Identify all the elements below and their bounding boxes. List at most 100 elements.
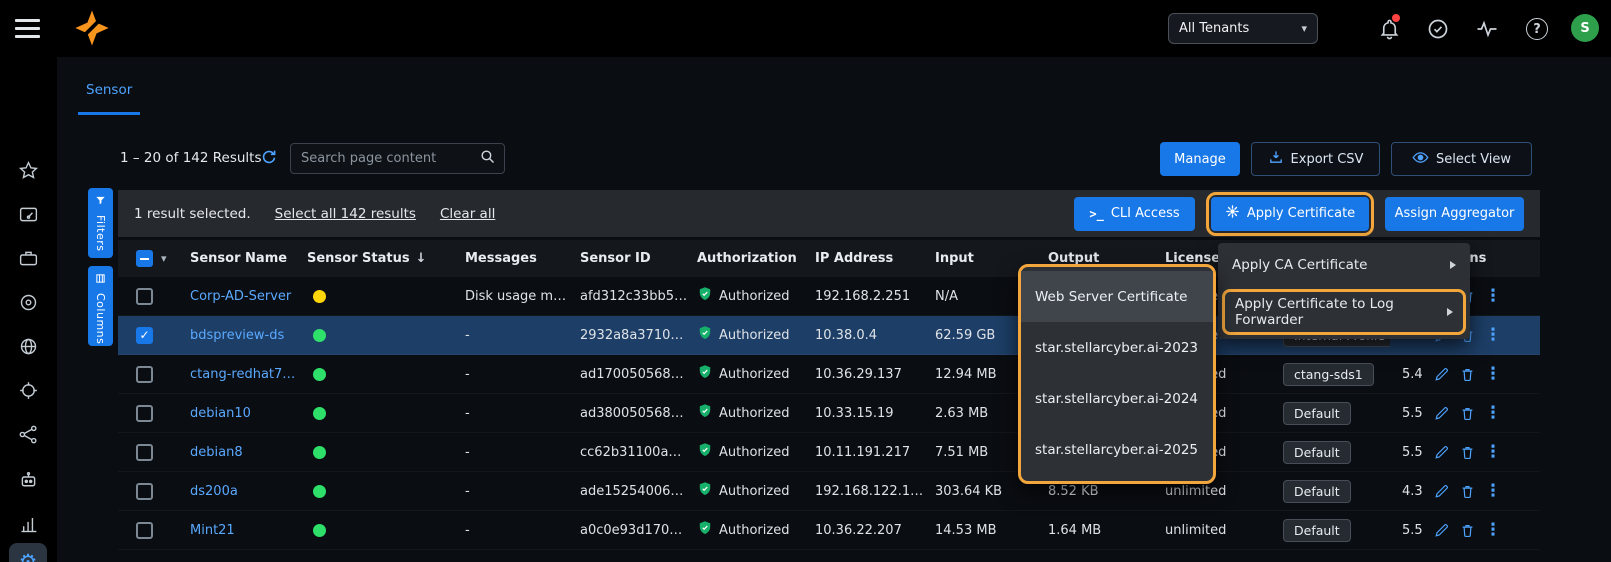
delete-icon[interactable] bbox=[1458, 404, 1476, 422]
certificate-submenu: Web Server Certificate star.stellarcyber… bbox=[1018, 264, 1216, 484]
table-row[interactable]: debian10 - ad380050568… Authorized 10.33… bbox=[118, 394, 1540, 433]
cell-input: 14.53 MB bbox=[935, 511, 1048, 549]
clear-all-link[interactable]: Clear all bbox=[440, 206, 495, 222]
cell-authorization: Authorized bbox=[697, 277, 815, 315]
cell-sensor-id: 2932a8a3710… bbox=[580, 316, 697, 354]
col-sensor-name[interactable]: Sensor Name bbox=[190, 240, 307, 277]
select-all-checkbox[interactable] bbox=[136, 250, 153, 267]
more-actions-icon[interactable]: ⋮ bbox=[1484, 404, 1502, 422]
more-actions-icon[interactable]: ⋮ bbox=[1484, 443, 1502, 461]
more-actions-icon[interactable]: ⋮ bbox=[1484, 521, 1502, 539]
cell-ip: 10.11.191.217 bbox=[815, 433, 935, 471]
cell-authorization: Authorized bbox=[697, 394, 815, 432]
menu-icon[interactable] bbox=[15, 19, 40, 38]
row-checkbox[interactable] bbox=[136, 405, 153, 422]
reports-chart-icon[interactable] bbox=[17, 513, 39, 535]
submenu-item-cert-2024[interactable]: star.stellarcyber.ai-2024 bbox=[1021, 373, 1213, 424]
search-input[interactable] bbox=[299, 150, 479, 167]
help-icon[interactable]: ? bbox=[1524, 16, 1550, 42]
edit-icon[interactable] bbox=[1432, 443, 1450, 461]
activity-pulse-icon[interactable] bbox=[1474, 16, 1500, 42]
cell-messages: - bbox=[465, 433, 580, 471]
delete-icon[interactable] bbox=[1458, 365, 1476, 383]
user-avatar[interactable]: S bbox=[1571, 14, 1599, 42]
row-checkbox[interactable] bbox=[136, 483, 153, 500]
delete-icon[interactable] bbox=[1458, 521, 1476, 539]
filters-side-tab[interactable]: Filters bbox=[88, 188, 113, 258]
row-checkbox[interactable] bbox=[136, 327, 153, 344]
delete-icon[interactable] bbox=[1458, 482, 1476, 500]
table-row[interactable]: ds200a - ade15254006… Authorized 192.168… bbox=[118, 472, 1540, 511]
cell-messages: - bbox=[465, 472, 580, 510]
col-sensor-status[interactable]: Sensor Status ↓ bbox=[307, 240, 465, 277]
apply-certificate-button[interactable]: Apply Certificate bbox=[1211, 197, 1369, 231]
more-actions-icon[interactable]: ⋮ bbox=[1484, 365, 1502, 383]
table-row[interactable]: ctang-redhat7… - ad170050568… Authorized… bbox=[118, 355, 1540, 394]
hunt-crosshair-icon[interactable] bbox=[17, 379, 39, 401]
edit-icon[interactable] bbox=[1432, 365, 1450, 383]
cell-authorization: Authorized bbox=[697, 316, 815, 354]
sensor-name-link[interactable]: debian10 bbox=[190, 406, 251, 421]
columns-side-tab[interactable]: Columns bbox=[88, 266, 113, 346]
health-check-icon[interactable] bbox=[1425, 16, 1451, 42]
col-messages[interactable]: Messages bbox=[465, 240, 580, 277]
investigate-network-icon[interactable] bbox=[17, 423, 39, 445]
cases-briefcase-icon[interactable] bbox=[17, 247, 39, 269]
edit-icon[interactable] bbox=[1432, 404, 1450, 422]
col-ip-address[interactable]: IP Address bbox=[815, 240, 935, 277]
favorites-star-icon[interactable] bbox=[17, 159, 39, 181]
col-authorization[interactable]: Authorization bbox=[697, 240, 815, 277]
settings-nav-item[interactable]: ⚙ bbox=[9, 543, 47, 562]
table-row[interactable]: debian8 - cc62b31100a… Authorized 10.11.… bbox=[118, 433, 1540, 472]
tab-sensor[interactable]: Sensor bbox=[78, 67, 140, 115]
notifications-bell-icon[interactable] bbox=[1376, 16, 1402, 42]
left-sidebar: ⚙ bbox=[0, 57, 57, 562]
columns-grid-icon bbox=[95, 273, 106, 288]
search-icon bbox=[479, 148, 496, 169]
profile-chip: Default bbox=[1283, 441, 1351, 464]
gear-icon: ⚙ bbox=[19, 552, 38, 562]
menu-item-apply-certificate-log-forwarder[interactable]: Apply Certificate to Log Forwarder bbox=[1222, 289, 1466, 335]
status-dot bbox=[313, 407, 326, 420]
more-actions-icon[interactable]: ⋮ bbox=[1484, 326, 1502, 344]
select-all-link[interactable]: Select all 142 results bbox=[275, 206, 416, 222]
automation-robot-icon[interactable] bbox=[17, 469, 39, 491]
tenant-selector-value: All Tenants bbox=[1179, 21, 1249, 36]
sensor-name-link[interactable]: ctang-redhat7… bbox=[190, 367, 295, 382]
submenu-item-cert-2025[interactable]: star.stellarcyber.ai-2025 bbox=[1021, 424, 1213, 475]
delete-icon[interactable] bbox=[1458, 443, 1476, 461]
cli-access-button[interactable]: >_ CLI Access bbox=[1074, 197, 1195, 231]
row-checkbox[interactable] bbox=[136, 444, 153, 461]
dashboard-icon[interactable] bbox=[17, 203, 39, 225]
row-checkbox[interactable] bbox=[136, 366, 153, 383]
submenu-item-cert-2023[interactable]: star.stellarcyber.ai-2023 bbox=[1021, 322, 1213, 373]
shield-icon bbox=[697, 403, 713, 423]
row-checkbox[interactable] bbox=[136, 288, 153, 305]
edit-icon[interactable] bbox=[1432, 482, 1450, 500]
col-sensor-id[interactable]: Sensor ID bbox=[580, 240, 697, 277]
sensor-name-link[interactable]: Corp-AD-Server bbox=[190, 289, 291, 304]
sensor-name-link[interactable]: Mint21 bbox=[190, 523, 235, 538]
edit-icon[interactable] bbox=[1432, 521, 1450, 539]
export-csv-button[interactable]: Export CSV bbox=[1251, 142, 1380, 176]
refresh-icon[interactable] bbox=[260, 148, 278, 166]
sensor-name-link[interactable]: bdspreview-ds bbox=[190, 328, 284, 343]
assign-aggregator-button[interactable]: Assign Aggregator bbox=[1385, 197, 1524, 231]
sensor-name-link[interactable]: debian8 bbox=[190, 445, 243, 460]
row-checkbox[interactable] bbox=[136, 522, 153, 539]
manage-button[interactable]: Manage bbox=[1160, 142, 1240, 176]
detections-disc-icon[interactable] bbox=[17, 291, 39, 313]
table-row[interactable]: Mint21 - a0c0e93d170… Authorized 10.36.2… bbox=[118, 511, 1540, 550]
submenu-item-web-server-certificate[interactable]: Web Server Certificate bbox=[1021, 271, 1213, 322]
menu-item-apply-ca-certificate[interactable]: Apply CA Certificate bbox=[1218, 243, 1470, 287]
sensor-name-link[interactable]: ds200a bbox=[190, 484, 238, 499]
tenant-selector[interactable]: All Tenants ▾ bbox=[1168, 13, 1318, 44]
more-actions-icon[interactable]: ⋮ bbox=[1484, 482, 1502, 500]
select-view-button[interactable]: Select View bbox=[1391, 142, 1532, 176]
cell-version: 5.5 bbox=[1390, 433, 1428, 471]
select-all-caret[interactable]: ▾ bbox=[161, 252, 167, 265]
threat-globe-icon[interactable] bbox=[17, 335, 39, 357]
more-actions-icon[interactable]: ⋮ bbox=[1484, 287, 1502, 305]
cell-messages: - bbox=[465, 355, 580, 393]
cell-version: 4.3 bbox=[1390, 472, 1428, 510]
